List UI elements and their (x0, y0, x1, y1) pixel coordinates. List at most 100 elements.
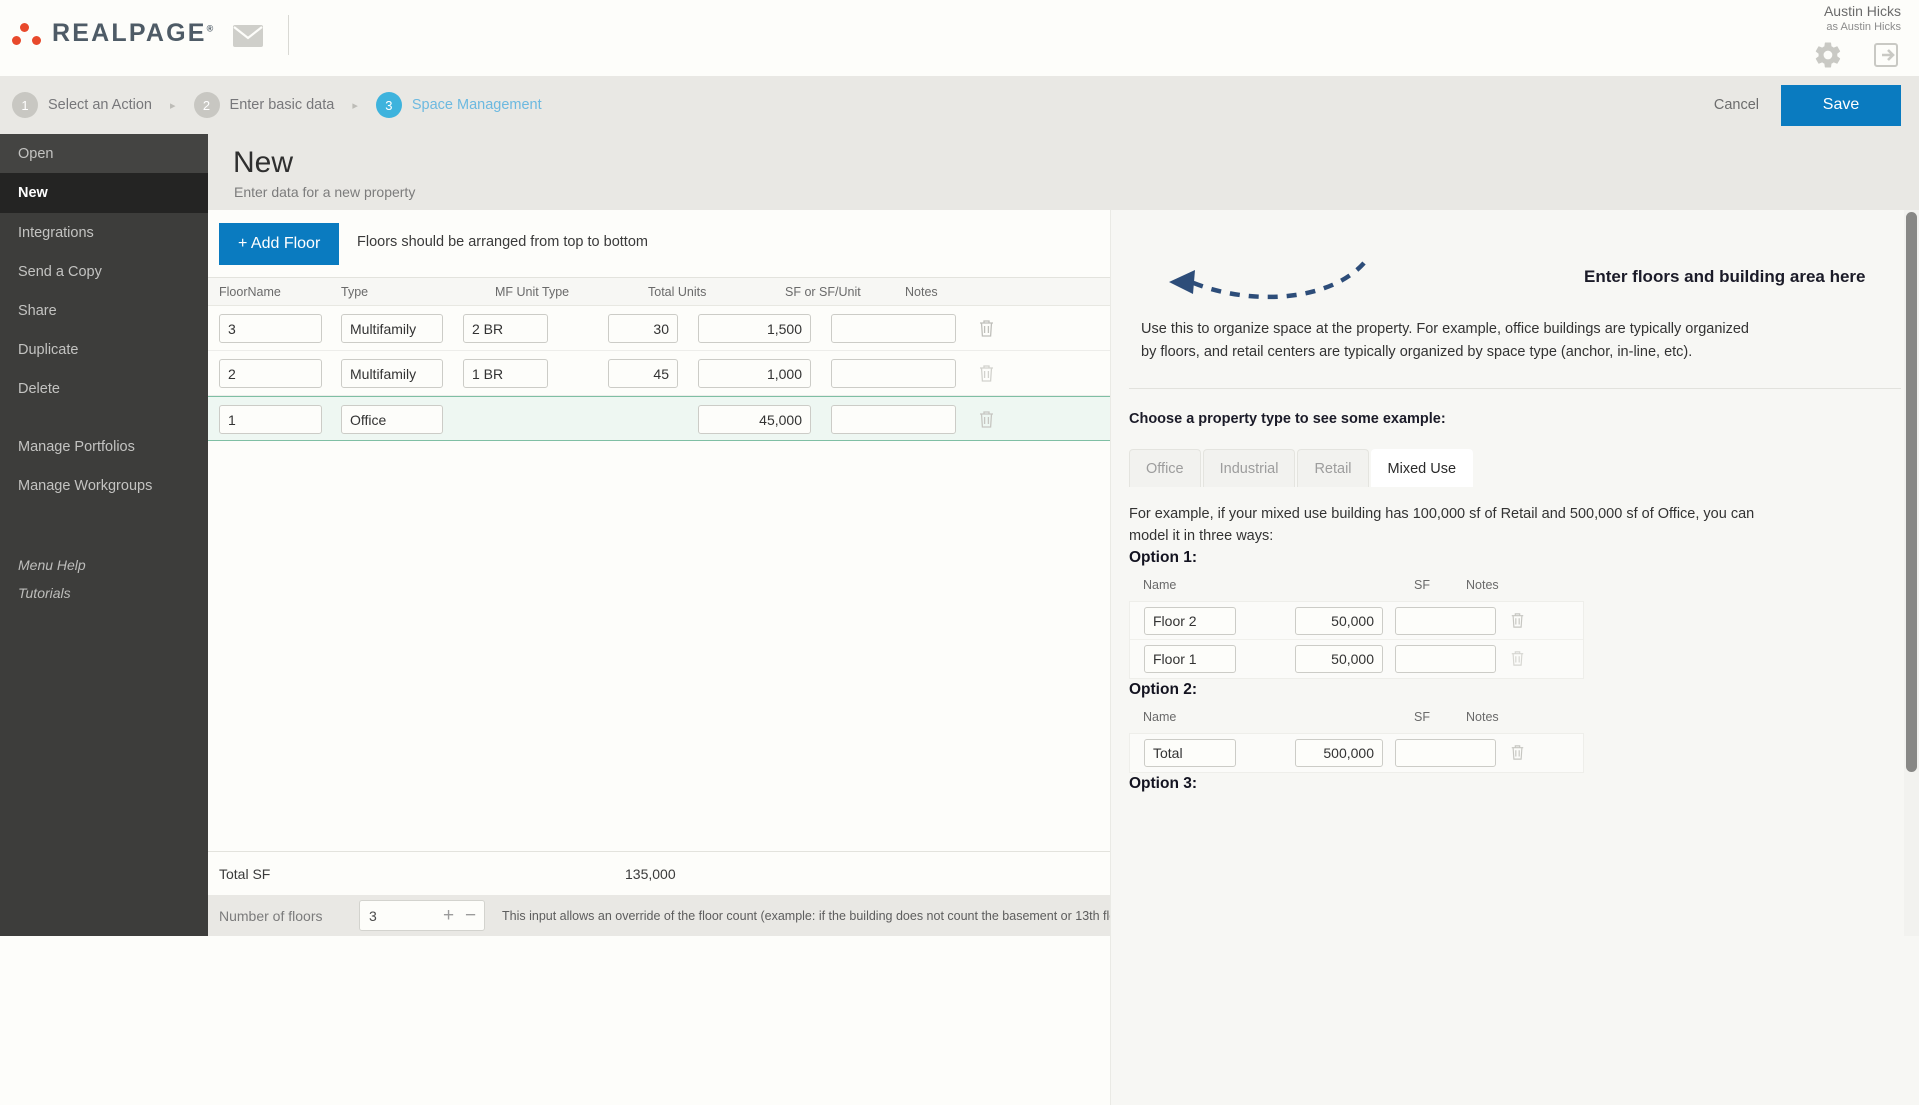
wizard-step-1[interactable]: 1 Select an Action (12, 92, 152, 118)
option-notes-input[interactable] (1395, 607, 1496, 635)
total-units-input[interactable] (608, 359, 678, 388)
column-header-notes: Notes (905, 285, 938, 299)
wizard-step-3[interactable]: 3 Space Management (375, 92, 542, 118)
topbar-divider (288, 15, 289, 55)
option-1-header-row: Name SF Notes (1129, 575, 1901, 601)
option-column-header-sf: SF (1414, 578, 1430, 592)
trash-icon[interactable] (978, 410, 995, 429)
sidebar-item-menu-help[interactable]: Menu Help (0, 551, 208, 579)
option-column-header-sf: SF (1414, 710, 1430, 724)
option-column-header-notes: Notes (1466, 710, 1499, 724)
wizard-step-3-number: 3 (375, 92, 402, 118)
option-sf-input[interactable] (1295, 645, 1383, 673)
option-notes-input[interactable] (1395, 645, 1496, 673)
sidebar-item-tutorials[interactable]: Tutorials (0, 579, 208, 607)
number-of-floors-stepper[interactable]: 3 + − (359, 900, 485, 931)
wizard-step-1-label: Select an Action (48, 97, 152, 113)
column-header-sf-or-sf-unit: SF or SF/Unit (785, 285, 861, 299)
table-row (208, 351, 1110, 396)
option-2-header-row: Name SF Notes (1129, 707, 1901, 733)
sidebar-item-label: Share (18, 302, 57, 319)
sidebar-item-delete[interactable]: Delete (0, 369, 208, 408)
wizard-step-3-label: Space Management (411, 97, 542, 113)
logo-wordmark: REALPAGE (52, 18, 207, 47)
help-panel-content: Enter floors and building area here Use … (1111, 210, 1919, 793)
minus-icon[interactable]: − (465, 906, 476, 925)
logout-icon[interactable] (1873, 41, 1899, 74)
option-column-header-name: Name (1143, 578, 1177, 592)
sidebar-item-manage-portfolios[interactable]: Manage Portfolios (0, 427, 208, 466)
notes-input[interactable] (831, 405, 956, 434)
tab-office[interactable]: Office (1129, 449, 1201, 487)
trash-icon[interactable] (1510, 650, 1527, 669)
mf-unit-type-input[interactable] (463, 314, 548, 343)
wizard-step-2[interactable]: 2 Enter basic data (193, 92, 335, 118)
help-callout-text: Enter floors and building area here (1584, 267, 1866, 286)
sidebar-divider (0, 408, 208, 427)
wizard-stepper: 1 Select an Action ▸ 2 Enter basic data … (0, 76, 1919, 134)
floor-name-input[interactable] (219, 314, 322, 343)
option-name-input[interactable] (1144, 607, 1236, 635)
option-notes-input[interactable] (1395, 739, 1496, 767)
save-button[interactable]: Save (1781, 84, 1901, 126)
trash-icon[interactable] (978, 319, 995, 338)
tab-mixed-use[interactable]: Mixed Use (1370, 449, 1474, 487)
sidebar-item-integrations[interactable]: Integrations (0, 213, 208, 252)
wizard-step-2-label: Enter basic data (229, 97, 335, 113)
logo-text: REALPAGE® (52, 18, 216, 47)
sidebar-item-manage-workgroups[interactable]: Manage Workgroups (0, 466, 208, 505)
sidebar-item-label: Open (18, 145, 54, 162)
sidebar-item-send-a-copy[interactable]: Send a Copy (0, 252, 208, 291)
sidebar-item-label: Manage Portfolios (18, 438, 135, 455)
type-input[interactable] (341, 405, 443, 434)
tab-retail[interactable]: Retail (1297, 449, 1369, 487)
sidebar-item-share[interactable]: Share (0, 291, 208, 330)
example-intro: For example, if your mixed use building … (1129, 506, 1755, 544)
mf-unit-type-input[interactable] (463, 359, 548, 388)
option-name-input[interactable] (1144, 645, 1236, 673)
option-column-header-notes: Notes (1466, 578, 1499, 592)
cancel-button[interactable]: Cancel (1714, 97, 1759, 113)
sidebar-item-new[interactable]: New (0, 173, 208, 213)
option-sf-input[interactable] (1295, 739, 1383, 767)
property-type-tabs: Office Industrial Retail Mixed Use (1129, 449, 1901, 487)
notes-input[interactable] (831, 359, 956, 388)
option-2-table (1129, 733, 1584, 773)
sidebar-item-open[interactable]: Open (0, 134, 208, 173)
trash-icon[interactable] (1510, 744, 1527, 763)
sidebar: Open New Integrations Send a Copy Share … (0, 134, 208, 936)
floor-name-input[interactable] (219, 405, 322, 434)
total-units-input[interactable] (608, 314, 678, 343)
number-of-floors-label: Number of floors (219, 908, 323, 924)
trash-icon[interactable] (1510, 612, 1527, 631)
add-floor-button[interactable]: + Add Floor (219, 223, 340, 265)
type-input[interactable] (341, 314, 443, 343)
top-bar: REALPAGE® Austin Hicks as Austin Hicks (0, 0, 1919, 76)
logo-trademark: ® (206, 23, 216, 34)
tab-industrial[interactable]: Industrial (1202, 449, 1296, 487)
total-sf-bar: Total SF 135,000 (208, 851, 1110, 895)
type-input[interactable] (341, 359, 443, 388)
sf-input[interactable] (698, 359, 811, 388)
option-name-input[interactable] (1144, 739, 1236, 767)
trash-icon[interactable] (978, 364, 995, 383)
column-header-floorname: FloorName (219, 285, 281, 299)
plus-icon[interactable]: + (443, 906, 454, 925)
gear-icon[interactable] (1813, 40, 1843, 75)
envelope-icon[interactable] (233, 25, 263, 47)
sf-input[interactable] (698, 314, 811, 343)
option-2-title: Option 2: (1129, 681, 1198, 698)
realpage-logo[interactable]: REALPAGE® (12, 20, 216, 46)
help-divider (1129, 388, 1901, 389)
table-row (208, 396, 1110, 441)
sf-input[interactable] (698, 405, 811, 434)
floor-name-input[interactable] (219, 359, 322, 388)
top-icon-group (1813, 40, 1899, 75)
notes-input[interactable] (831, 314, 956, 343)
sidebar-item-duplicate[interactable]: Duplicate (0, 330, 208, 369)
toolbar-note: Floors should be arranged from top to bo… (357, 234, 648, 250)
wizard-actions: Cancel Save (1714, 76, 1919, 134)
user-name: Austin Hicks (1823, 3, 1901, 19)
option-sf-input[interactable] (1295, 607, 1383, 635)
